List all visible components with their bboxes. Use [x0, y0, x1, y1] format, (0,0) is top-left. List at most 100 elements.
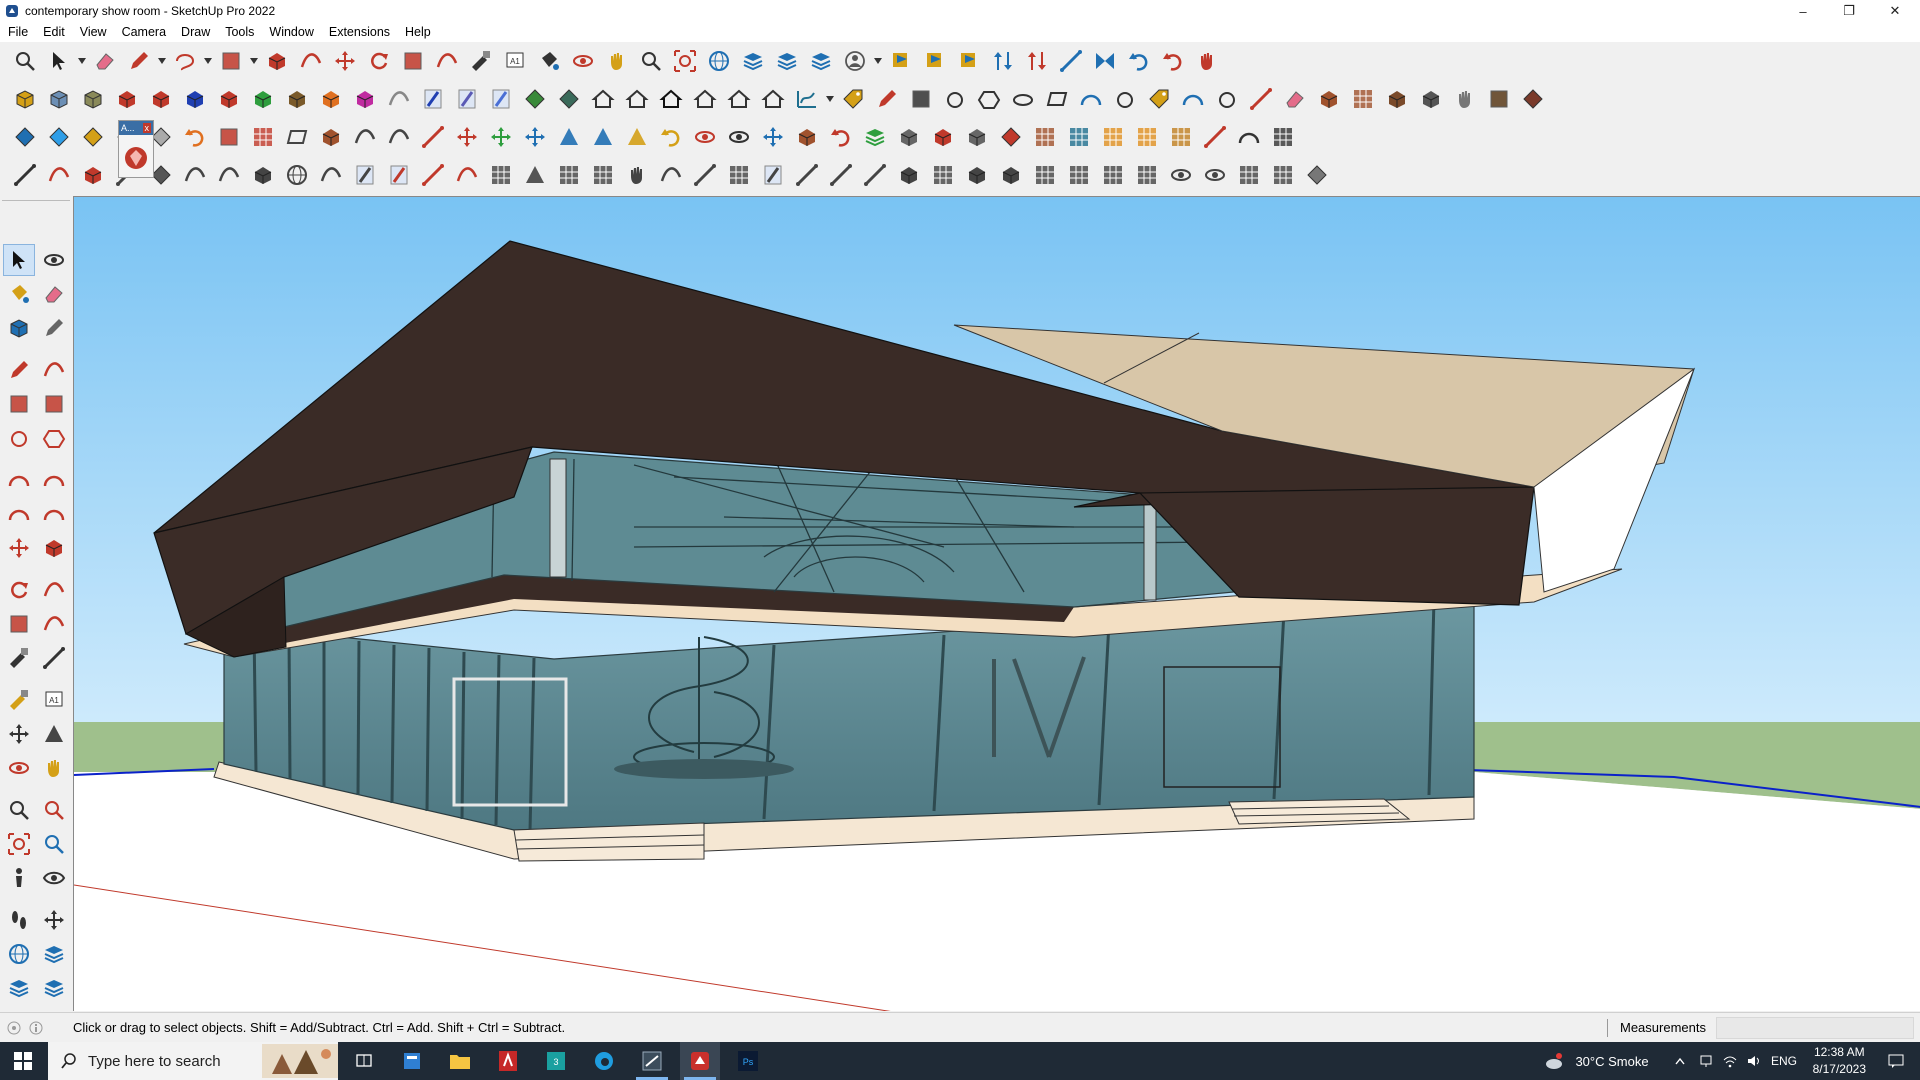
shape-i-icon[interactable] — [1176, 82, 1210, 116]
gray-e-icon[interactable] — [892, 120, 926, 154]
dark-b-icon[interactable] — [1232, 120, 1266, 154]
plugin-a-icon[interactable] — [884, 44, 918, 78]
blue-d-icon[interactable] — [552, 120, 586, 154]
weather-icon-button[interactable] — [1538, 1042, 1568, 1080]
chevron-down-icon[interactable] — [76, 44, 88, 78]
zoom-icon[interactable] — [634, 44, 668, 78]
extension-manager-icon[interactable] — [804, 44, 838, 78]
orange-a-icon[interactable] — [178, 120, 212, 154]
line-n-icon[interactable] — [450, 158, 484, 192]
text-tool-icon[interactable]: A1 — [38, 684, 70, 716]
plugin-g-icon[interactable] — [1088, 44, 1122, 78]
line-z-icon[interactable] — [858, 158, 892, 192]
geo-location-icon[interactable] — [6, 1020, 22, 1036]
menu-view[interactable]: View — [80, 25, 115, 39]
line-c-icon[interactable] — [76, 158, 110, 192]
ruby-console-icon[interactable] — [123, 145, 149, 171]
shape-f-icon[interactable] — [1074, 82, 1108, 116]
red-b-icon[interactable] — [212, 120, 246, 154]
orbit-icon[interactable] — [566, 44, 600, 78]
zoom-extents-tool-icon[interactable] — [3, 828, 35, 860]
sandbox-d-icon[interactable] — [246, 82, 280, 116]
warehouse-icon[interactable] — [702, 44, 736, 78]
minimize-button[interactable]: – — [1780, 0, 1826, 22]
pushpull-red-icon[interactable] — [110, 82, 144, 116]
line-ac-icon[interactable] — [960, 158, 994, 192]
yellow-c-icon[interactable] — [654, 120, 688, 154]
line-f-icon[interactable] — [178, 158, 212, 192]
house-d-icon[interactable] — [688, 82, 722, 116]
axes-tool-icon[interactable] — [3, 718, 35, 750]
arc2-tool-icon[interactable] — [38, 464, 70, 496]
menu-tools[interactable]: Tools — [225, 25, 262, 39]
solid-union-icon[interactable] — [8, 82, 42, 116]
shape-b-icon[interactable] — [938, 82, 972, 116]
section-c-icon[interactable] — [484, 82, 518, 116]
orbit-tool-icon[interactable] — [38, 244, 70, 276]
red-c-icon[interactable] — [246, 120, 280, 154]
taskbar-app-snip[interactable] — [632, 1042, 672, 1080]
arc-tool-icon[interactable] — [3, 464, 35, 496]
yellow-b-icon[interactable] — [620, 120, 654, 154]
orange-e-icon[interactable] — [1164, 120, 1198, 154]
tag-icon[interactable] — [836, 82, 870, 116]
line-ag-icon[interactable] — [1096, 158, 1130, 192]
line-h-icon[interactable] — [246, 158, 280, 192]
gray-d-icon[interactable] — [382, 120, 416, 154]
extension-warehouse-icon[interactable] — [736, 44, 770, 78]
tape-measure-icon[interactable] — [464, 44, 498, 78]
move-icon[interactable] — [328, 44, 362, 78]
green-a-icon[interactable] — [484, 120, 518, 154]
red-g-icon[interactable] — [926, 120, 960, 154]
rotated-rect-tool-icon[interactable] — [38, 388, 70, 420]
plugin-c-icon[interactable] — [952, 44, 986, 78]
floating-palette[interactable]: A... x — [118, 120, 154, 178]
line-r-icon[interactable] — [586, 158, 620, 192]
zoom-window-icon[interactable] — [8, 44, 42, 78]
soften-icon[interactable] — [382, 82, 416, 116]
chevron-down-icon[interactable] — [248, 44, 260, 78]
section-plane-tool-icon[interactable] — [38, 904, 70, 936]
tool-brown-a-icon[interactable] — [1312, 82, 1346, 116]
line-s-icon[interactable] — [620, 158, 654, 192]
terrain-b-icon[interactable] — [552, 82, 586, 116]
menu-extensions[interactable]: Extensions — [329, 25, 398, 39]
section-b-icon[interactable] — [450, 82, 484, 116]
tool-red-b-icon[interactable] — [1278, 82, 1312, 116]
tool-brown-e-icon[interactable] — [1516, 82, 1550, 116]
blue-c-icon[interactable] — [518, 120, 552, 154]
menu-edit[interactable]: Edit — [43, 25, 73, 39]
line-al-icon[interactable] — [1266, 158, 1300, 192]
circle-tool-icon[interactable] — [3, 422, 35, 454]
line-aa-icon[interactable] — [892, 158, 926, 192]
line-x-icon[interactable] — [790, 158, 824, 192]
tool-brown-d-icon[interactable] — [1482, 82, 1516, 116]
taskbar-app-acrobat[interactable] — [488, 1042, 528, 1080]
close-button[interactable]: ✕ — [1872, 0, 1918, 22]
shape-d-icon[interactable] — [1006, 82, 1040, 116]
menu-help[interactable]: Help — [405, 25, 439, 39]
plugin-h-icon[interactable] — [1190, 44, 1224, 78]
line-a-icon[interactable] — [8, 158, 42, 192]
arc3-tool-icon[interactable] — [3, 498, 35, 530]
line-ak-icon[interactable] — [1232, 158, 1266, 192]
line-g-icon[interactable] — [212, 158, 246, 192]
line-ab-icon[interactable] — [926, 158, 960, 192]
3dtext-tool-icon[interactable] — [38, 718, 70, 750]
tool-brown-c-icon[interactable] — [1380, 82, 1414, 116]
tray-language[interactable]: ENG — [1768, 1042, 1800, 1080]
rotate-icon[interactable] — [362, 44, 396, 78]
scale-tool-icon[interactable] — [3, 608, 35, 640]
weather-text[interactable]: 30°C Smoke — [1570, 1042, 1654, 1080]
offset-tool-icon[interactable] — [38, 608, 70, 640]
walk-tool-icon[interactable] — [3, 904, 35, 936]
scale-icon[interactable] — [396, 44, 430, 78]
ext-warehouse-tool-icon[interactable] — [38, 938, 70, 970]
orange-c-icon[interactable] — [1096, 120, 1130, 154]
gray-c-icon[interactable] — [348, 120, 382, 154]
taskbar-app-explorer[interactable] — [440, 1042, 480, 1080]
line-p-icon[interactable] — [518, 158, 552, 192]
plugin-f-icon[interactable] — [1054, 44, 1088, 78]
line-t-icon[interactable] — [654, 158, 688, 192]
plugin-b-icon[interactable] — [918, 44, 952, 78]
